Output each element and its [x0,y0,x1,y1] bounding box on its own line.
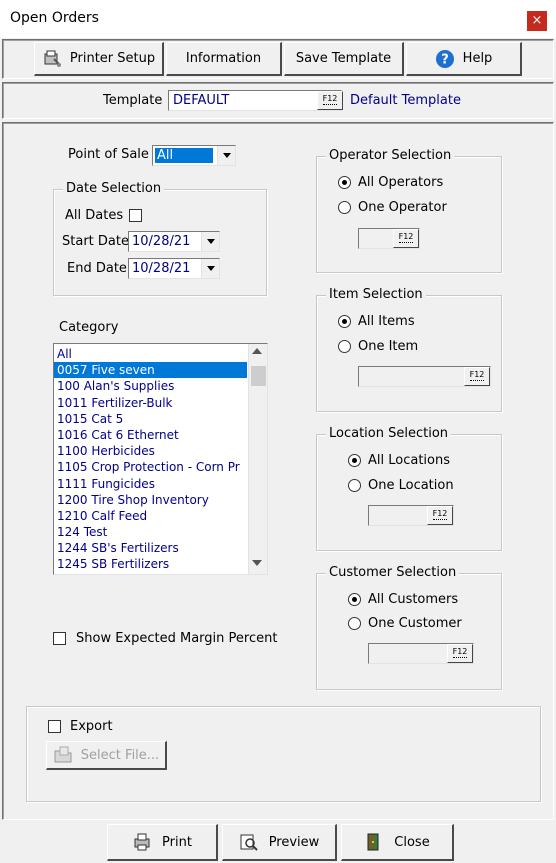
print-label: Print [162,834,192,850]
preview-icon [239,832,259,852]
information-label: Information [185,51,262,66]
one-operator-radio[interactable] [338,201,351,214]
one-location-radio[interactable] [348,479,361,492]
preview-button[interactable]: Preview [222,824,337,861]
category-list-item[interactable]: 1244 SB's Fertilizers [54,540,247,556]
help-button[interactable]: ? Help [406,42,522,76]
category-list-item[interactable]: 1111 Fungicides [54,476,247,492]
start-date-dropdown-icon[interactable] [201,232,219,251]
location-f12-button[interactable]: F12 [427,506,453,525]
end-date-picker[interactable]: 10/28/21 [128,258,220,279]
item-selection-title: Item Selection [326,287,426,302]
category-list-item[interactable]: 100 Alan's Supplies [54,378,247,394]
export-checkbox[interactable] [48,720,61,733]
all-customers-label: All Customers [368,592,459,607]
one-customer-radio[interactable] [348,617,361,630]
scroll-thumb[interactable] [251,366,266,386]
point-of-sale-dropdown-icon[interactable] [217,146,235,165]
show-margin-checkbox[interactable] [53,632,66,645]
preview-label: Preview [268,834,320,850]
customer-selection-group: Customer Selection [316,565,502,690]
all-operators-label: All Operators [358,175,444,190]
all-customers-radio[interactable] [348,593,361,606]
point-of-sale-label: Point of Sale [68,147,149,162]
one-item-label: One Item [358,339,419,354]
end-date-dropdown-icon[interactable] [201,259,219,278]
end-date-label: End Date [67,261,127,276]
template-description: Default Template [350,93,461,108]
print-icon [132,832,152,852]
window-title: Open Orders [10,10,99,26]
date-selection-title: Date Selection [63,181,165,196]
one-item-radio[interactable] [338,340,351,353]
customer-selection-title: Customer Selection [326,565,460,580]
title-bar: Open Orders × [0,0,556,38]
category-items: All 0057 Five seven 100 Alan's Supplies 101… [54,346,247,573]
scroll-down-icon[interactable] [252,560,262,566]
all-items-label: All Items [358,314,415,329]
template-f12-button[interactable]: F12 [317,91,343,110]
select-file-label: Select File... [80,747,160,763]
point-of-sale-select[interactable]: All [152,145,236,166]
help-icon: ? [435,49,455,69]
category-list-item[interactable]: 124 Test [54,524,247,540]
category-label: Category [59,320,119,335]
one-operator-label: One Operator [358,200,447,215]
category-list-item[interactable]: 1016 Cat 6 Ethernet [54,427,247,443]
svg-text:?: ? [441,52,449,67]
operator-f12-button[interactable]: F12 [393,229,419,248]
save-template-button[interactable]: Save Template [284,42,404,76]
category-list-item[interactable]: 1210 Calf Feed [54,508,247,524]
all-locations-radio[interactable] [348,454,361,467]
information-button[interactable]: Information [166,42,282,76]
customer-f12-button[interactable]: F12 [447,644,473,663]
save-template-label: Save Template [295,51,392,66]
end-date-value: 10/28/21 [132,261,191,276]
start-date-label: Start Date [62,234,129,249]
select-file-button[interactable]: Select File... [46,741,167,770]
show-margin-label: Show Expected Margin Percent [76,631,278,646]
select-file-icon [53,745,73,765]
one-customer-label: One Customer [368,616,462,631]
all-dates-label: All Dates [65,208,124,223]
point-of-sale-value: All [155,148,213,163]
category-list-item[interactable]: 1015 Cat 5 [54,411,247,427]
help-label: Help [462,51,493,66]
category-list-item[interactable]: 1105 Crop Protection - Corn Pr [54,459,247,475]
category-list-item[interactable]: All [54,346,247,362]
operator-selection-title: Operator Selection [326,148,455,163]
all-items-radio[interactable] [338,315,351,328]
category-scrollbar[interactable] [248,344,267,574]
one-location-label: One Location [368,478,454,493]
category-list-item[interactable]: 1011 Fertilizer-Bulk [54,395,247,411]
template-input[interactable]: DEFAULT [168,90,342,111]
scroll-up-icon[interactable] [252,348,262,354]
item-f12-button[interactable]: F12 [464,367,490,386]
all-locations-label: All Locations [368,453,451,468]
exit-door-icon [364,832,384,852]
close-button[interactable]: Close [341,824,454,861]
category-list-item[interactable]: 1245 SB Fertilizers [54,556,247,572]
printer-setup-label: Printer Setup [69,51,156,66]
start-date-picker[interactable]: 10/28/21 [128,231,220,252]
all-dates-checkbox[interactable] [129,209,142,222]
start-date-value: 10/28/21 [132,234,191,249]
all-operators-radio[interactable] [338,176,351,189]
template-value: DEFAULT [173,93,230,108]
export-label: Export [70,719,113,734]
print-button[interactable]: Print [107,824,218,861]
close-window-button[interactable]: × [527,11,547,31]
printer-setup-icon [42,49,62,69]
location-selection-title: Location Selection [326,426,452,441]
printer-setup-button[interactable]: Printer Setup [34,42,164,76]
category-list-item[interactable]: 1100 Herbicides [54,443,247,459]
close-label: Close [394,834,430,850]
category-list-item[interactable]: 1200 Tire Shop Inventory [54,492,247,508]
category-listbox[interactable]: All 0057 Five seven 100 Alan's Supplies 101… [53,343,268,575]
category-list-item[interactable]: 0057 Five seven [54,362,247,379]
template-label: Template [103,93,163,108]
